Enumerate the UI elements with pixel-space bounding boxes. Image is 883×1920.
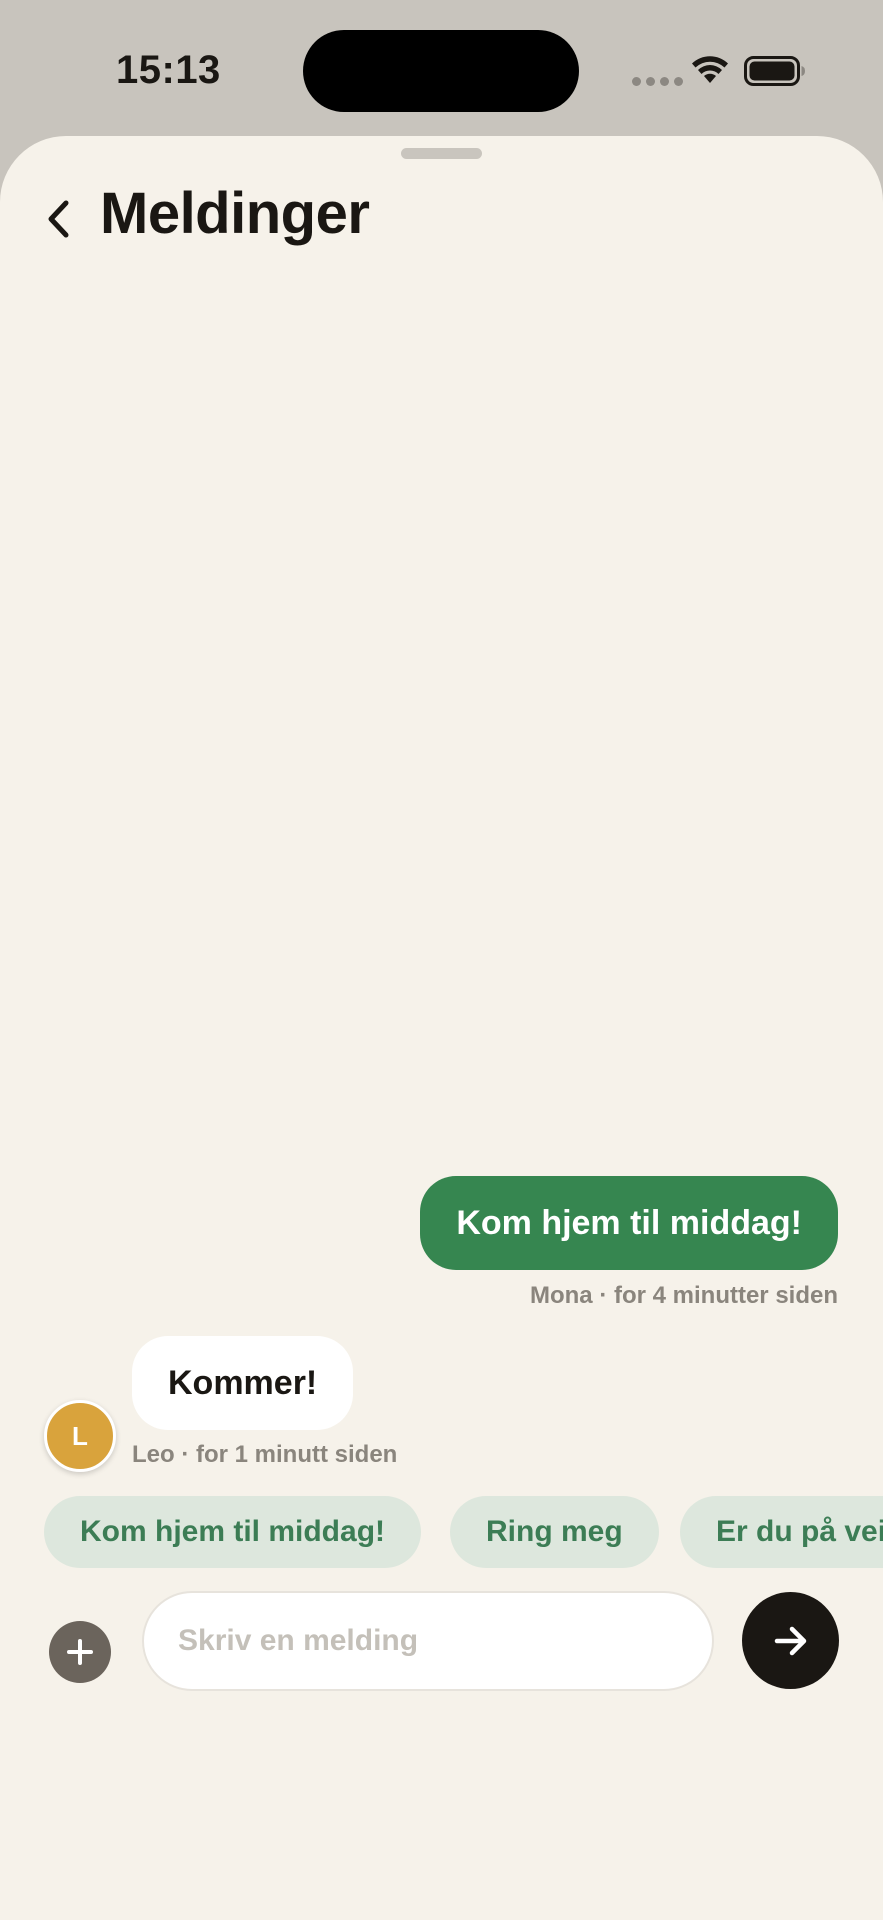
- battery-icon: [744, 56, 805, 86]
- quick-replies-bar[interactable]: Kom hjem til middag! Ring meg Er du på v…: [0, 1496, 883, 1570]
- page-title: Meldinger: [100, 181, 370, 246]
- message-bubble-incoming[interactable]: Kommer!: [132, 1336, 354, 1430]
- quick-reply-chip[interactable]: Er du på vei?: [680, 1496, 883, 1568]
- back-button[interactable]: [36, 189, 80, 249]
- avatar[interactable]: L: [44, 1400, 116, 1472]
- wifi-icon: [692, 56, 728, 83]
- message-input[interactable]: [142, 1591, 714, 1691]
- message-bubble-outgoing[interactable]: Kom hjem til middag!: [420, 1176, 838, 1270]
- message-meta-outgoing: Mona · for 4 minutter siden: [529, 1282, 838, 1309]
- arrow-right-icon: [774, 1626, 806, 1655]
- status-bar: 15:13: [0, 0, 883, 140]
- message-composer: [0, 1591, 883, 1731]
- status-time: 15:13: [116, 48, 221, 92]
- dynamic-island: [303, 30, 579, 112]
- send-button[interactable]: [742, 1592, 839, 1689]
- plus-icon: [67, 1639, 93, 1665]
- quick-reply-chip[interactable]: Kom hjem til middag!: [44, 1496, 422, 1568]
- cellular-signal-icon: [632, 77, 683, 86]
- avatar-initial: L: [72, 1420, 88, 1451]
- chevron-left-icon: [48, 200, 69, 238]
- quick-reply-chip[interactable]: Ring meg: [450, 1496, 659, 1568]
- message-meta-incoming: Leo · for 1 minutt siden: [132, 1441, 398, 1468]
- add-attachment-button[interactable]: [49, 1621, 111, 1683]
- sheet-grabber[interactable]: [401, 148, 482, 159]
